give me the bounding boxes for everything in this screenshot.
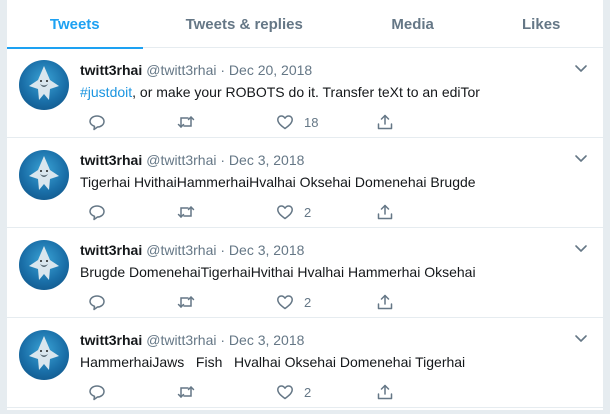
avatar[interactable] [19,150,69,200]
tweet-text: #justdoit, or make your ROBOTS do it. Tr… [80,84,480,100]
tab-media[interactable]: Media [346,0,480,48]
tweet-header: twitt3rhai @twitt3rhai · Dec 3, 2018 [80,242,304,258]
heart-icon [277,385,293,400]
share-icon [377,294,393,310]
heart-icon [277,115,293,130]
tweet-text: Tigerhai HvithaiHammerhaiHvalhai Oksehai… [80,174,476,190]
tweet-date[interactable]: Dec 3, 2018 [229,332,305,348]
tweet[interactable]: twitt3rhai @twitt3rhai · Dec 3, 2018 Brug… [7,228,603,318]
reply-button[interactable] [88,202,106,222]
heart-icon [277,295,293,310]
share-icon [377,204,393,220]
shark-avatar-icon [29,66,59,100]
reply-icon [89,115,105,131]
reply-icon [89,295,105,311]
like-count: 2 [304,384,312,400]
tweet-actions: 2 [80,292,400,312]
separator: · [220,332,226,348]
chevron-down-icon[interactable] [573,150,589,166]
like-count: 2 [304,294,312,310]
user-name[interactable]: twitt3rhai [80,332,142,348]
user-handle[interactable]: @twitt3rhai [146,62,216,78]
separator: · [220,242,226,258]
tweet-header: twitt3rhai @twitt3rhai · Dec 3, 2018 [80,332,304,348]
tweet-header: twitt3rhai @twitt3rhai · Dec 3, 2018 [80,152,304,168]
shark-avatar-icon [29,246,59,280]
share-button[interactable] [376,112,394,132]
user-handle[interactable]: @twitt3rhai [146,242,216,258]
tweet-text: Brugde DomenehaiTigerhaiHvithai Hvalhai … [80,264,476,280]
user-handle[interactable]: @twitt3rhai [146,332,216,348]
chevron-down-icon[interactable] [573,240,589,256]
like-count: 2 [304,204,312,220]
tweet-text-body: Tigerhai HvithaiHammerhaiHvalhai Oksehai… [80,174,476,190]
share-button[interactable] [376,292,394,312]
tweet-date[interactable]: Dec 3, 2018 [229,242,305,258]
like-button[interactable]: 2 [276,382,311,402]
retweet-button[interactable] [177,292,195,312]
retweet-button[interactable] [177,112,195,132]
share-button[interactable] [376,382,394,402]
user-handle[interactable]: @twitt3rhai [146,152,216,168]
tweet-text-body: Brugde DomenehaiTigerhaiHvithai Hvalhai … [80,264,476,280]
reply-button[interactable] [88,382,106,402]
user-name[interactable]: twitt3rhai [80,242,142,258]
avatar[interactable] [19,240,69,290]
shark-avatar-icon [29,336,59,370]
like-button[interactable]: 2 [276,202,311,222]
retweet-icon [177,116,195,128]
like-button[interactable]: 2 [276,292,311,312]
reply-icon [89,385,105,401]
tab-likes[interactable]: Likes [479,0,603,48]
separator: · [220,152,226,168]
tweet-date[interactable]: Dec 20, 2018 [229,62,312,78]
separator: · [220,62,226,78]
retweet-icon [177,386,195,398]
reply-icon [89,205,105,221]
tweet-actions: 2 [80,202,400,222]
tweet[interactable]: twitt3rhai @twitt3rhai · Dec 3, 2018 Hamm… [7,318,603,408]
share-icon [377,114,393,130]
like-count: 18 [304,114,319,130]
tweet-date[interactable]: Dec 3, 2018 [229,152,305,168]
tweet-list: twitt3rhai @twitt3rhai · Dec 20, 2018 #ju… [7,48,603,408]
reply-button[interactable] [88,292,106,312]
tweet-text: HammerhaiJaws Fish Hvalhai Oksehai Domen… [80,354,465,370]
like-button[interactable]: 18 [276,112,318,132]
shark-avatar-icon [29,156,59,190]
tweet-actions: 18 [80,112,400,132]
tab-tweets-replies[interactable]: Tweets & replies [143,0,346,48]
retweet-icon [177,206,195,218]
reply-button[interactable] [88,112,106,132]
tweet-header: twitt3rhai @twitt3rhai · Dec 20, 2018 [80,62,312,78]
tweet-text-body: HammerhaiJaws Fish Hvalhai Oksehai Domen… [80,354,466,370]
heart-icon [277,205,293,220]
user-name[interactable]: twitt3rhai [80,152,142,168]
user-name[interactable]: twitt3rhai [80,62,142,78]
share-icon [377,384,393,400]
tweet-actions: 2 [80,382,400,402]
tab-tweets[interactable]: Tweets [7,0,143,49]
avatar[interactable] [19,60,69,110]
retweet-icon [177,296,195,308]
retweet-button[interactable] [177,202,195,222]
tweet[interactable]: twitt3rhai @twitt3rhai · Dec 3, 2018 Tige… [7,138,603,228]
chevron-down-icon[interactable] [573,330,589,346]
retweet-button[interactable] [177,382,195,402]
share-button[interactable] [376,202,394,222]
tweet-text-body: , or make your ROBOTS do it. Transfer te… [132,84,480,100]
profile-tabs: Tweets Tweets & replies Media Likes [7,0,603,49]
chevron-down-icon[interactable] [573,60,589,76]
profile-timeline: Tweets Tweets & replies Media Likes twit… [6,0,604,410]
hashtag-link[interactable]: #justdoit [80,84,132,100]
tweet[interactable]: twitt3rhai @twitt3rhai · Dec 20, 2018 #ju… [7,48,603,138]
avatar[interactable] [19,330,69,380]
